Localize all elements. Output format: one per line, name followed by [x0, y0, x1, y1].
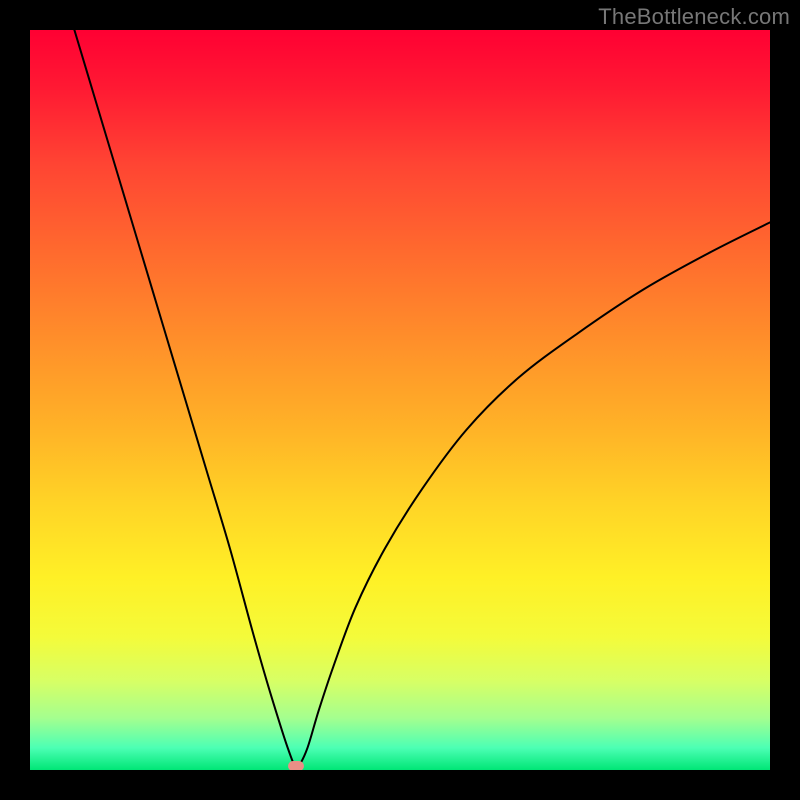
watermark-text: TheBottleneck.com: [598, 4, 790, 30]
optimal-point-marker: [288, 761, 304, 770]
plot-area: [30, 30, 770, 770]
bottleneck-curve: [30, 30, 770, 770]
chart-frame: TheBottleneck.com: [0, 0, 800, 800]
